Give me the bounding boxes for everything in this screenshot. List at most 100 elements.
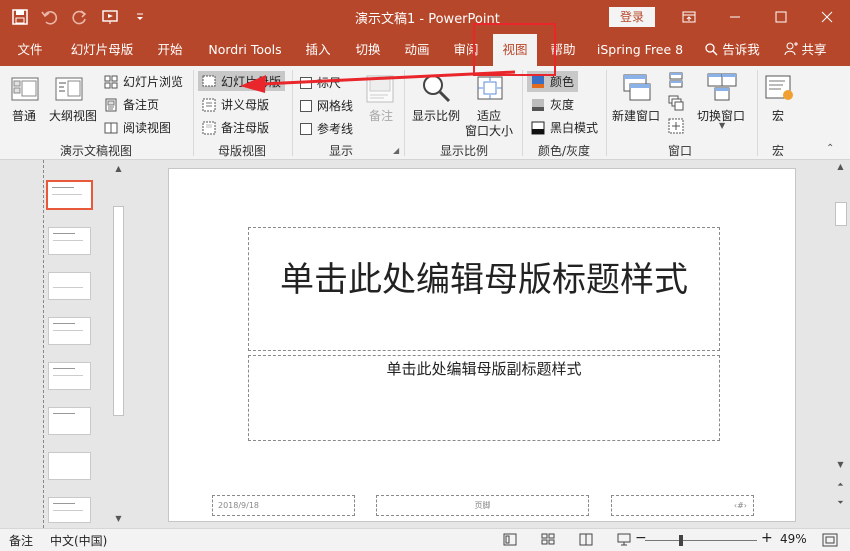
thumbnail-scrollbar[interactable]: ▲ ▼	[110, 162, 127, 526]
grayscale-button[interactable]: 灰度	[531, 96, 574, 113]
layout-thumbnail[interactable]	[48, 317, 91, 345]
slide-sorter-status-icon[interactable]	[541, 533, 555, 549]
cascade-icon[interactable]	[668, 95, 684, 114]
black-white-swatch-icon	[531, 121, 545, 134]
outline-view-icon[interactable]	[54, 74, 84, 107]
tab-home[interactable]: 开始	[150, 34, 190, 66]
zoom-slider-knob[interactable]	[679, 535, 683, 546]
layout-thumbnail[interactable]	[48, 452, 91, 480]
switch-window-icon[interactable]	[706, 72, 738, 107]
layout-thumbnail[interactable]	[48, 272, 91, 300]
share-button[interactable]: 共享	[780, 34, 830, 66]
customize-qat-icon[interactable]	[128, 6, 152, 28]
slide-canvas[interactable]: 单击此处编辑母版标题样式 单击此处编辑母版副标题样式 2018/9/18 页脚 …	[168, 168, 796, 522]
layout-thumbnail[interactable]	[48, 407, 91, 435]
scroll-up-icon[interactable]: ▲	[832, 160, 849, 174]
close-icon[interactable]	[804, 0, 850, 34]
tab-transitions[interactable]: 切换	[348, 34, 388, 66]
tab-insert[interactable]: 插入	[298, 34, 338, 66]
scroll-down-icon[interactable]: ▼	[110, 512, 127, 526]
slide-number-placeholder[interactable]: ‹#›	[611, 495, 754, 516]
layout-thumbnail[interactable]	[48, 362, 91, 390]
undo-icon[interactable]	[38, 6, 62, 28]
presentation-start-icon[interactable]	[98, 6, 122, 28]
scrollbar-thumb[interactable]	[113, 206, 124, 416]
collapse-ribbon-icon[interactable]: ⌃	[826, 143, 834, 154]
scroll-down-icon[interactable]: ▼	[832, 458, 849, 472]
slideshow-status-icon[interactable]	[617, 533, 631, 549]
normal-view-status-icon[interactable]	[503, 533, 517, 549]
normal-view-button[interactable]: 普通	[12, 107, 36, 124]
subtitle-placeholder[interactable]: 单击此处编辑母版副标题样式	[248, 355, 720, 441]
fit-slide-icon[interactable]	[822, 533, 838, 550]
title-placeholder[interactable]: 单击此处编辑母版标题样式	[248, 227, 720, 351]
black-white-button[interactable]: 黑白模式	[531, 119, 598, 136]
tell-me[interactable]: 告诉我	[700, 34, 764, 66]
show-dialog-launcher-icon[interactable]: ◢	[393, 146, 399, 155]
notes-page-button[interactable]: 备注页	[104, 96, 159, 113]
footer-placeholder[interactable]: 页脚	[376, 495, 589, 516]
group-separator	[292, 70, 293, 156]
save-icon[interactable]	[8, 6, 32, 28]
black-white-label: 黑白模式	[550, 121, 599, 135]
tab-ispring[interactable]: iSpring Free 8	[592, 34, 688, 66]
ruler-checkbox[interactable]: 标尺	[300, 74, 341, 91]
login-button[interactable]: 登录	[609, 7, 655, 27]
tab-slide-master[interactable]: 幻灯片母版	[64, 34, 140, 66]
notes-master-button[interactable]: 备注母版	[202, 119, 269, 136]
normal-view-icon[interactable]	[10, 74, 40, 107]
ribbon-display-options-icon[interactable]	[666, 0, 712, 34]
status-language[interactable]: 中文(中国)	[50, 532, 107, 549]
layout-thumbnail[interactable]	[48, 497, 91, 523]
scroll-up-icon[interactable]: ▲	[110, 162, 127, 176]
tab-file[interactable]: 文件	[8, 34, 52, 66]
share-person-icon	[784, 42, 798, 56]
new-window-button[interactable]: 新建窗口	[612, 107, 660, 124]
new-window-icon[interactable]	[621, 72, 653, 107]
minimize-icon[interactable]	[712, 0, 758, 34]
notes-button[interactable]: 备注	[369, 107, 393, 124]
move-split-icon[interactable]	[668, 118, 684, 137]
next-slide-icon[interactable]: ⏷	[832, 496, 849, 510]
gridlines-check-box[interactable]	[300, 99, 312, 112]
zoom-slider[interactable]	[645, 535, 757, 546]
zoom-percent[interactable]: 49%	[780, 532, 807, 546]
zoom-button[interactable]: 显示比例	[412, 107, 460, 124]
reading-view-status-icon[interactable]	[579, 533, 593, 549]
reading-view-label: 阅读视图	[123, 121, 172, 135]
switch-window-dropdown-icon[interactable]: ▼	[719, 121, 725, 130]
master-thumbnail[interactable]	[46, 180, 93, 210]
redo-icon[interactable]	[68, 6, 92, 28]
reading-view-button[interactable]: 阅读视图	[104, 119, 171, 136]
tab-animations[interactable]: 动画	[397, 34, 437, 66]
ruler-check-box[interactable]	[300, 76, 312, 89]
previous-slide-icon[interactable]: ⏶	[832, 478, 849, 492]
macros-icon[interactable]	[763, 72, 795, 107]
group-separator	[757, 70, 758, 156]
slide-sorter-button[interactable]: 幻灯片浏览	[104, 73, 183, 90]
guides-label: 参考线	[317, 122, 354, 136]
macros-button[interactable]: 宏	[772, 107, 784, 124]
scrollbar-thumb[interactable]	[835, 202, 847, 226]
grayscale-swatch-icon	[532, 98, 544, 111]
guides-checkbox[interactable]: 参考线	[300, 120, 353, 137]
share-label: 共享	[801, 42, 827, 57]
slide-scrollbar[interactable]: ▲ ▼ ⏶ ⏷	[832, 160, 850, 528]
handout-master-button[interactable]: 讲义母版	[202, 96, 269, 113]
ruler-label: 标尺	[317, 76, 342, 90]
date-placeholder[interactable]: 2018/9/18	[212, 495, 355, 516]
fit-window-label-line2[interactable]: 窗口大小	[465, 122, 513, 139]
zoom-out-button[interactable]: −	[635, 530, 647, 546]
outline-view-button[interactable]: 大纲视图	[49, 107, 97, 124]
fit-to-window-icon[interactable]	[475, 73, 505, 106]
maximize-icon[interactable]	[758, 0, 804, 34]
zoom-magnifier-icon[interactable]	[421, 73, 451, 106]
tab-nordri-tools[interactable]: Nordri Tools	[202, 34, 288, 66]
layout-thumbnail[interactable]	[48, 227, 91, 255]
gridlines-checkbox[interactable]: 网格线	[300, 97, 353, 114]
guides-check-box[interactable]	[300, 122, 312, 135]
arrange-all-icon[interactable]	[668, 72, 684, 91]
slide-master-button[interactable]: 幻灯片母版	[198, 71, 286, 91]
quick-access-toolbar	[8, 6, 152, 28]
zoom-in-button[interactable]: +	[761, 530, 773, 546]
